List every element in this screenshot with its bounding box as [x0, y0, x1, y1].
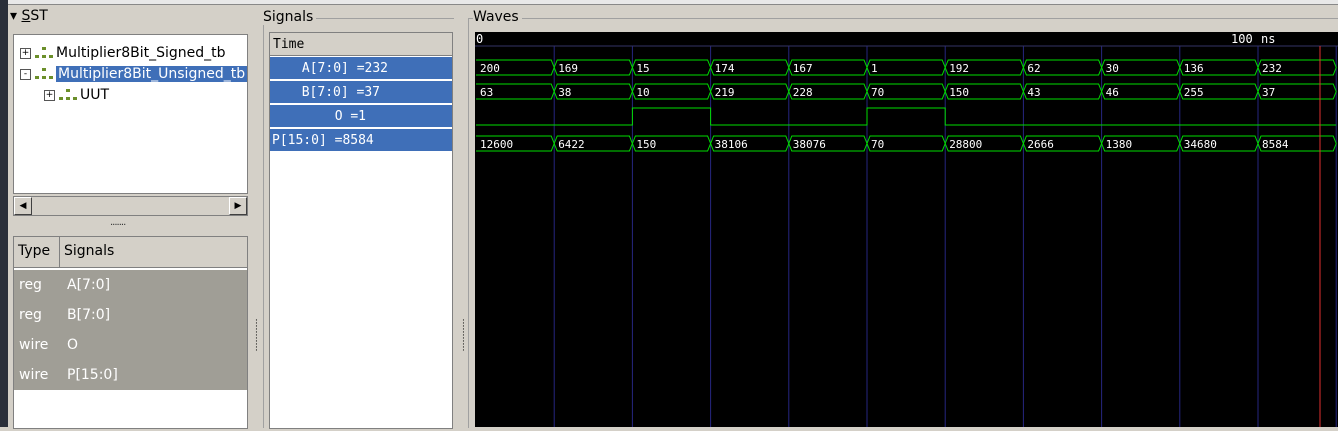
signal-row-b[interactable]: B[7:0] =37	[270, 81, 452, 104]
bus-a-value: 167	[793, 62, 813, 75]
tree-item-unsigned-tb[interactable]: - Multiplier8Bit_Unsigned_tb	[20, 64, 247, 84]
window-top-edge	[0, 0, 1338, 5]
table-row[interactable]: wire O	[14, 330, 247, 360]
time-start-label: 0	[476, 32, 483, 46]
bus-p-value: 8584	[1262, 138, 1289, 151]
bus-p-value: 2666	[1027, 138, 1054, 151]
collapse-arrow-icon: ▾	[10, 8, 22, 24]
bus-b-value: 219	[715, 86, 735, 99]
time-unit-label: ns	[1261, 32, 1275, 46]
signal-type: wire	[19, 337, 49, 353]
module-icon	[35, 68, 53, 80]
bus-p-value: 12600	[480, 138, 513, 151]
bus-p-value: 70	[871, 138, 884, 151]
signal-name: A[7:0]	[67, 277, 111, 293]
bus-p-value: 34680	[1184, 138, 1217, 151]
signal-name: O	[67, 337, 79, 353]
signals-title: Signals	[263, 9, 317, 25]
module-icon	[35, 47, 53, 59]
bus-p-value: 6422	[558, 138, 585, 151]
table-row[interactable]: reg B[7:0]	[14, 300, 247, 330]
bus-b-value: 43	[1027, 86, 1040, 99]
bus-a-value: 1	[871, 62, 878, 75]
signal-row-p[interactable]: P[15:0] =8584	[270, 129, 452, 152]
table-row[interactable]: reg A[7:0]	[14, 270, 247, 300]
collapse-icon[interactable]: -	[20, 68, 31, 80]
bus-p-value: 150	[636, 138, 656, 151]
scroll-left-icon[interactable]: ◀	[14, 197, 32, 215]
waveform-display[interactable]: 200 169 15 174 167 1 192 62 30 136 232 63 38 10 219 228…	[475, 32, 1338, 427]
scroll-right-icon[interactable]: ▶	[229, 197, 247, 215]
vertical-resize-grip[interactable]: · · · · · · · · · · ·	[462, 317, 465, 356]
column-header-type[interactable]: Type	[18, 243, 50, 259]
bus-p-value: 38106	[715, 138, 748, 151]
sst-title: ST	[30, 8, 48, 24]
bus-b-value: 38	[558, 86, 571, 99]
bus-a-segment	[866, 59, 946, 76]
tree-item-label: UUT	[80, 87, 110, 103]
bus-b-value: 37	[1262, 86, 1275, 99]
bus-p-value: 28800	[949, 138, 982, 151]
bus-b-value: 10	[636, 86, 649, 99]
signal-name: P[15:0]	[67, 367, 118, 383]
pane-resize-grip[interactable]: ·······	[110, 220, 126, 231]
tree-item-uut[interactable]: + UUT	[44, 85, 109, 105]
vertical-resize-grip[interactable]: · · · · · · · · · · ·	[255, 317, 258, 356]
signal-type: wire	[19, 367, 49, 383]
expand-icon[interactable]: +	[44, 89, 55, 101]
tree-item-signed-tb[interactable]: + Multiplier8Bit_Signed_tb	[20, 43, 226, 63]
signal-type-table: Type Signals reg A[7:0] reg B[7:0] wire …	[13, 236, 248, 429]
waveform-canvas[interactable]: 200 169 15 174 167 1 192 62 30 136 232 63 38 10 219 228…	[475, 32, 1338, 427]
bus-p-value: 1380	[1106, 138, 1133, 151]
left-desktop-strip	[0, 0, 8, 427]
bus-a-value: 232	[1262, 62, 1282, 75]
signal-name: B[7:0]	[67, 307, 111, 323]
signal-type: reg	[19, 277, 42, 293]
signals-list[interactable]: Time A[7:0] =232 B[7:0] =37 O =1 P[15:0]…	[269, 32, 453, 429]
tree-item-label: Multiplier8Bit_Unsigned_tb	[56, 66, 247, 82]
bus-b-value: 70	[871, 86, 884, 99]
bus-a-value: 169	[558, 62, 578, 75]
bus-a-value: 174	[715, 62, 735, 75]
bus-p-value: 38076	[793, 138, 826, 151]
time-marker-label: 100	[1231, 32, 1253, 46]
bus-a-value: 200	[480, 62, 500, 75]
bus-b-value: 150	[949, 86, 969, 99]
expand-icon[interactable]: +	[20, 47, 31, 59]
hierarchy-tree[interactable]: + Multiplier8Bit_Signed_tb - Multiplier8Bi…	[13, 34, 248, 194]
table-header: Type Signals	[14, 237, 247, 268]
waves-title: Waves	[473, 9, 522, 25]
bus-b-value: 255	[1184, 86, 1204, 99]
bus-a-value: 192	[949, 62, 969, 75]
signal-type: reg	[19, 307, 42, 323]
bus-b-value: 46	[1106, 86, 1119, 99]
bus-a-value: 15	[636, 62, 649, 75]
bus-a-value: 136	[1184, 62, 1204, 75]
sst-header[interactable]: ▾ SST	[10, 8, 48, 24]
table-row[interactable]: wire P[15:0]	[14, 360, 247, 390]
signal-row-o[interactable]: O =1	[270, 105, 452, 128]
signal-row-a[interactable]: A[7:0] =232	[270, 57, 452, 80]
column-header-signals[interactable]: Signals	[64, 243, 114, 259]
bus-a-value: 30	[1106, 62, 1119, 75]
tree-item-label: Multiplier8Bit_Signed_tb	[56, 45, 226, 61]
time-header: Time	[270, 33, 452, 56]
tree-horizontal-scrollbar[interactable]: ◀ ▶	[13, 196, 248, 216]
bus-b-value: 228	[793, 86, 813, 99]
bus-b-value: 63	[480, 86, 493, 99]
bus-a-value: 62	[1027, 62, 1040, 75]
module-icon	[59, 89, 77, 101]
bit-o-trace	[476, 107, 1337, 126]
